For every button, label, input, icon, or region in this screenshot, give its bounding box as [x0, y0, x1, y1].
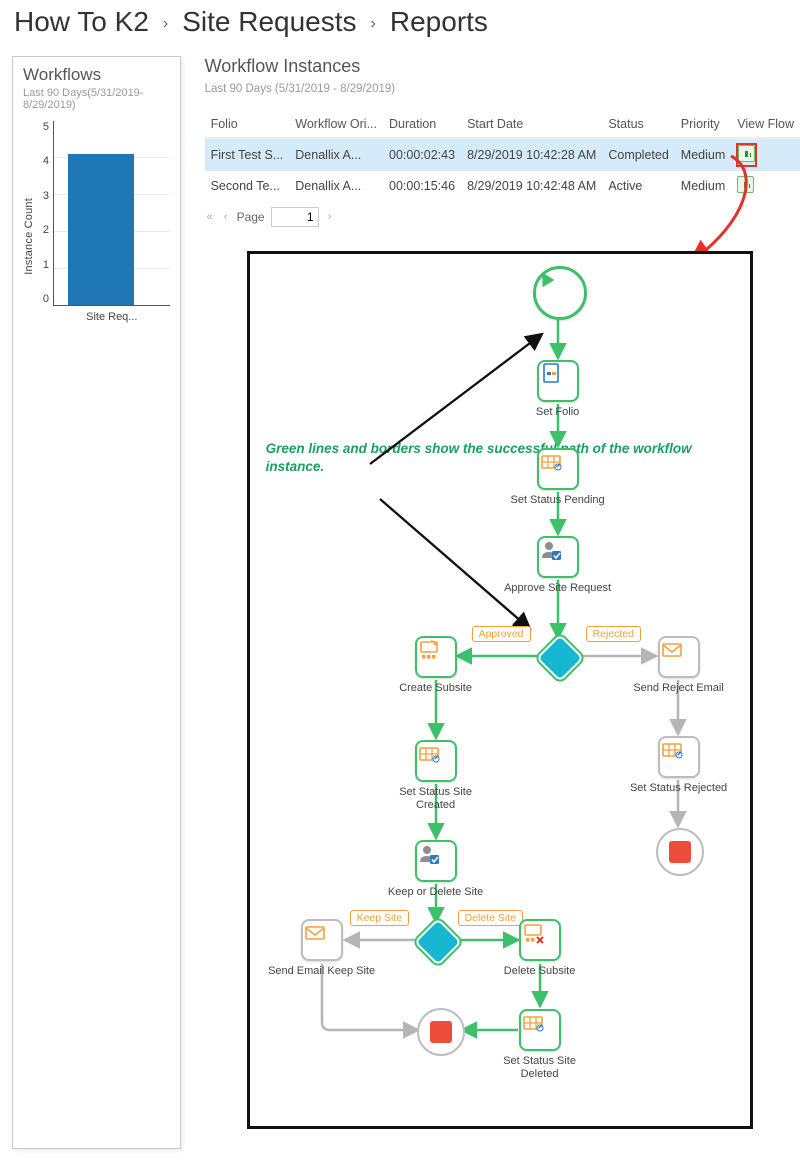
node-label: Create Subsite: [381, 682, 491, 695]
node-label: Set Status Rejected: [624, 782, 734, 795]
node-stop[interactable]: [417, 1008, 465, 1056]
cell-originator: Denallix A...: [289, 138, 383, 171]
cell-folio: Second Te...: [205, 171, 290, 201]
col-duration[interactable]: Duration: [383, 113, 461, 138]
workflows-title: Workflows: [23, 65, 170, 85]
table-header-row: Folio Workflow Ori... Duration Start Dat…: [205, 113, 800, 138]
pager: « ‹ Page ›: [205, 207, 800, 227]
view-flow-icon[interactable]: [738, 145, 755, 162]
node-set-pending[interactable]: Set Status Pending: [537, 448, 579, 490]
table-row[interactable]: First Test S... Denallix A... 00:00:02:4…: [205, 138, 800, 171]
node-stop[interactable]: [656, 828, 704, 876]
cell-originator: Denallix A...: [289, 171, 383, 201]
col-status[interactable]: Status: [602, 113, 674, 138]
cell-priority: Medium: [675, 138, 731, 171]
node-status-rejected[interactable]: Set Status Rejected: [658, 736, 700, 778]
col-folio[interactable]: Folio: [205, 113, 290, 138]
branch-keep: Keep Site: [350, 910, 410, 926]
branch-delete: Delete Site: [458, 910, 523, 926]
branch-approved: Approved: [472, 626, 531, 642]
pager-next-icon[interactable]: ›: [325, 211, 335, 223]
col-viewflow[interactable]: View Flow: [731, 113, 800, 138]
node-approve-request[interactable]: Approve Site Request: [537, 536, 579, 578]
crumb-root[interactable]: How To K2: [14, 6, 149, 38]
cell-duration: 00:00:02:43: [383, 138, 461, 171]
node-status-site-deleted[interactable]: Set Status Site Deleted: [519, 1009, 561, 1051]
cell-start: 8/29/2019 10:42:48 AM: [461, 171, 602, 201]
col-startdate[interactable]: Start Date: [461, 113, 602, 138]
node-label: Set Status Pending: [503, 494, 613, 507]
node-label: Set Folio: [503, 406, 613, 419]
branch-rejected: Rejected: [586, 626, 641, 642]
table-row[interactable]: Second Te... Denallix A... 00:00:15:46 8…: [205, 171, 800, 201]
chart-plot[interactable]: Site Req...: [53, 121, 170, 306]
node-label: Delete Subsite: [485, 965, 595, 978]
cell-viewflow: [731, 138, 800, 171]
view-flow-icon[interactable]: [737, 176, 754, 193]
cell-status: Active: [602, 171, 674, 201]
node-send-reject-email[interactable]: Send Reject Email: [658, 636, 700, 678]
workflows-subtitle: Last 90 Days(5/31/2019-8/29/2019): [23, 87, 170, 111]
node-label: Set Status Site Deleted: [485, 1055, 595, 1080]
crumb-current: Reports: [390, 6, 488, 38]
node-keep-or-delete[interactable]: Keep or Delete Site: [415, 840, 457, 882]
instances-table: Folio Workflow Ori... Duration Start Dat…: [205, 113, 800, 201]
node-label: Approve Site Request: [503, 582, 613, 595]
cell-start: 8/29/2019 10:42:28 AM: [461, 138, 602, 171]
node-label: Set Status Site Created: [381, 786, 491, 811]
workflows-chart: Instance Count 5 4 3 2 1 0 Site Req...: [23, 121, 170, 351]
pager-prev-icon[interactable]: ‹: [221, 211, 231, 223]
chart-bar[interactable]: [68, 154, 134, 305]
node-set-folio[interactable]: Set Folio: [537, 360, 579, 402]
node-status-site-created[interactable]: Set Status Site Created: [415, 740, 457, 782]
node-label: Send Reject Email: [624, 682, 734, 695]
node-delete-subsite[interactable]: Delete Subsite: [519, 919, 561, 961]
workflow-diagram: Green lines and borders show the success…: [247, 251, 753, 1129]
chevron-right-icon: ›: [163, 15, 168, 33]
instances-subtitle: Last 90 Days (5/31/2019 - 8/29/2019): [205, 83, 800, 95]
col-originator[interactable]: Workflow Ori...: [289, 113, 383, 138]
chevron-right-icon: ›: [371, 15, 376, 33]
cell-status: Completed: [602, 138, 674, 171]
node-create-subsite[interactable]: Create Subsite: [415, 636, 457, 678]
cell-priority: Medium: [675, 171, 731, 201]
pager-input[interactable]: [271, 207, 319, 227]
instances-title: Workflow Instances: [205, 56, 800, 77]
cell-duration: 00:00:15:46: [383, 171, 461, 201]
chart-ylabel: Instance Count: [23, 198, 35, 275]
cell-viewflow: [731, 171, 800, 201]
node-send-keep-email[interactable]: Send Email Keep Site: [301, 919, 343, 961]
node-start[interactable]: [533, 266, 587, 320]
chart-xcat: Site Req...: [54, 311, 170, 323]
node-label: Send Email Keep Site: [267, 965, 377, 978]
pager-label: Page: [237, 210, 265, 224]
node-label: Keep or Delete Site: [381, 886, 491, 899]
workflows-panel: Workflows Last 90 Days(5/31/2019-8/29/20…: [12, 56, 181, 1149]
crumb-mid[interactable]: Site Requests: [182, 6, 356, 38]
cell-folio: First Test S...: [205, 138, 290, 171]
chart-yticks: 5 4 3 2 1 0: [37, 121, 49, 305]
pager-first-icon[interactable]: «: [205, 211, 215, 223]
col-priority[interactable]: Priority: [675, 113, 731, 138]
instances-panel: Workflow Instances Last 90 Days (5/31/20…: [181, 52, 800, 1149]
breadcrumb: How To K2 › Site Requests › Reports: [0, 0, 800, 52]
